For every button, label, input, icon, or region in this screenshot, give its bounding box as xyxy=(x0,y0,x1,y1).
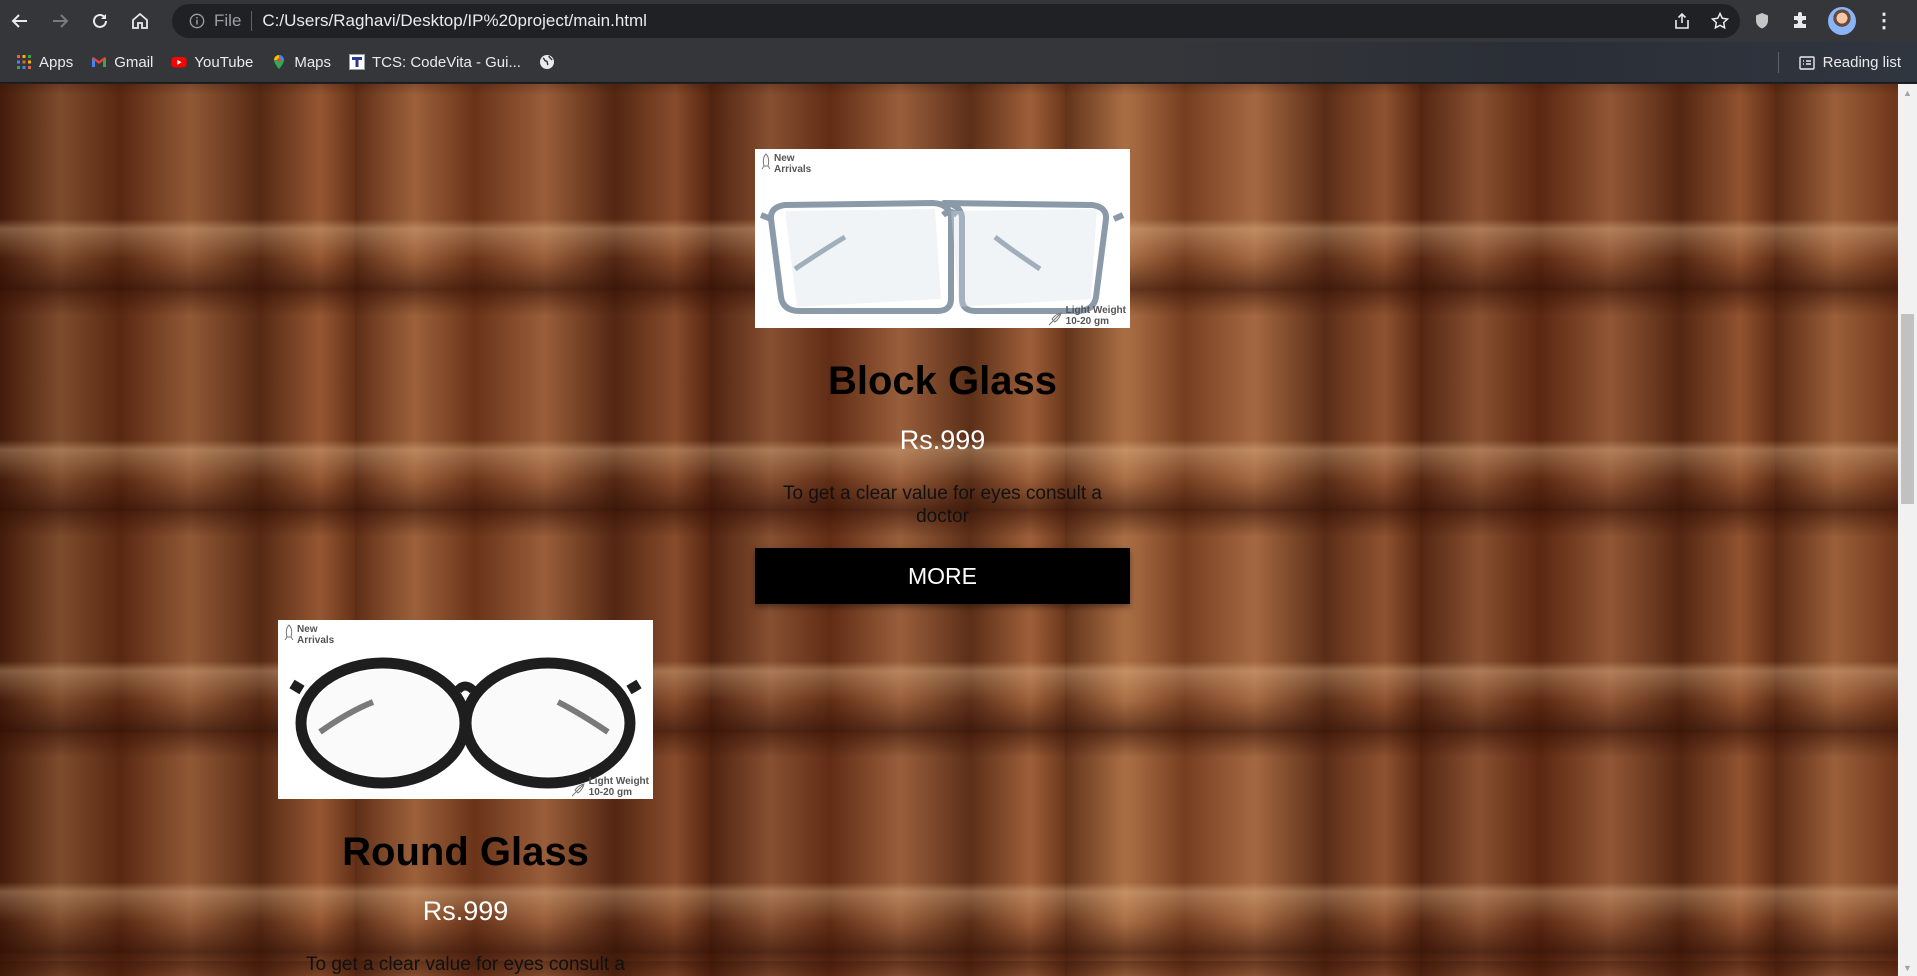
shield-extension-icon[interactable] xyxy=(1752,11,1772,31)
address-bar[interactable]: File C:/Users/Raghavi/Desktop/IP%20proje… xyxy=(172,4,1740,38)
product-card-block-glass: New Arrivals Light Weight 10-20 gm Block G… xyxy=(755,149,1130,604)
bookmark-label: Apps xyxy=(39,53,74,71)
product-image: New Arrivals Light Weight 10-20 gm xyxy=(278,620,653,799)
chrome-menu-icon[interactable]: ⋮ xyxy=(1874,11,1894,31)
product-card-round-glass: New Arrivals Light Weight 10-20 gm Round G… xyxy=(278,620,653,976)
light-weight-badge: Light Weight 10-20 gm xyxy=(1047,305,1126,327)
forward-button[interactable] xyxy=(40,0,80,42)
round-glasses-image xyxy=(289,657,642,789)
scheme-label: File xyxy=(214,11,242,30)
bookmark-label: YouTube xyxy=(194,53,254,71)
bookmarks-bar: Apps Gmail YouTube Maps TCS: CodeVita - … xyxy=(0,42,1917,83)
block-glasses-image xyxy=(759,200,1125,314)
scroll-up-arrow-icon[interactable]: ▲ xyxy=(1898,84,1917,101)
product-title: Round Glass xyxy=(342,830,589,874)
home-button[interactable] xyxy=(120,0,160,42)
product-description: To get a clear value for eyes consult a … xyxy=(783,483,1102,527)
youtube-icon xyxy=(171,57,187,68)
page-scrollbar[interactable]: ▲ ▼ xyxy=(1898,84,1917,976)
back-button[interactable] xyxy=(0,0,40,42)
reload-button[interactable] xyxy=(80,0,120,42)
reading-list-divider xyxy=(1778,52,1779,73)
product-price: Rs.999 xyxy=(899,425,986,455)
bookmark-apps[interactable]: Apps xyxy=(0,42,82,83)
page-viewport: New Arrivals Light Weight 10-20 gm Block G… xyxy=(0,84,1898,976)
forward-arrow-icon xyxy=(53,14,69,28)
back-arrow-icon xyxy=(11,14,27,28)
feather-icon xyxy=(1048,312,1062,326)
bookmark-star-icon[interactable] xyxy=(1710,11,1730,31)
gmail-icon xyxy=(92,57,107,67)
globe-icon xyxy=(539,55,554,69)
bookmark-youtube[interactable]: YouTube xyxy=(162,42,262,83)
extensions-puzzle-icon[interactable] xyxy=(1790,11,1810,31)
share-icon[interactable] xyxy=(1672,11,1692,31)
apps-grid-icon xyxy=(17,55,31,69)
scroll-down-arrow-icon[interactable]: ▼ xyxy=(1898,959,1917,976)
tcs-icon xyxy=(349,54,366,70)
scroll-thumb[interactable] xyxy=(1901,314,1914,504)
reading-list-icon xyxy=(1798,55,1815,70)
maps-pin-icon xyxy=(274,55,285,69)
bookmark-maps[interactable]: Maps xyxy=(262,42,340,83)
bookmark-label: TCS: CodeVita - Gui... xyxy=(372,53,521,71)
reload-icon xyxy=(93,13,107,28)
info-icon[interactable] xyxy=(188,12,206,30)
home-icon xyxy=(132,12,148,29)
reading-list-button[interactable]: Reading list xyxy=(1798,42,1901,83)
bookmark-gmail[interactable]: Gmail xyxy=(82,42,162,83)
product-title: Block Glass xyxy=(827,359,1057,403)
feather-icon xyxy=(571,783,585,797)
bookmark-label: Maps xyxy=(294,53,332,71)
reading-list-label: Reading list xyxy=(1822,54,1901,71)
address-divider xyxy=(251,11,253,31)
product-image: New Arrivals Light Weight 10-20 gm xyxy=(755,149,1130,328)
bookmark-label: Gmail xyxy=(114,53,154,71)
light-weight-badge: Light Weight 10-20 gm xyxy=(570,776,649,798)
bookmark-tcs-codevita[interactable]: TCS: CodeVita - Gui... xyxy=(340,42,530,83)
product-description: To get a clear value for eyes consult a … xyxy=(306,954,625,975)
browser-toolbar: File C:/Users/Raghavi/Desktop/IP%20proje… xyxy=(0,0,1917,42)
bookmark-globe[interactable] xyxy=(530,42,564,83)
profile-avatar[interactable] xyxy=(1828,7,1856,35)
more-button[interactable]: MORE xyxy=(755,548,1130,604)
url-text[interactable]: C:/Users/Raghavi/Desktop/IP%20project/ma… xyxy=(262,11,647,31)
product-price: Rs.999 xyxy=(422,896,509,926)
